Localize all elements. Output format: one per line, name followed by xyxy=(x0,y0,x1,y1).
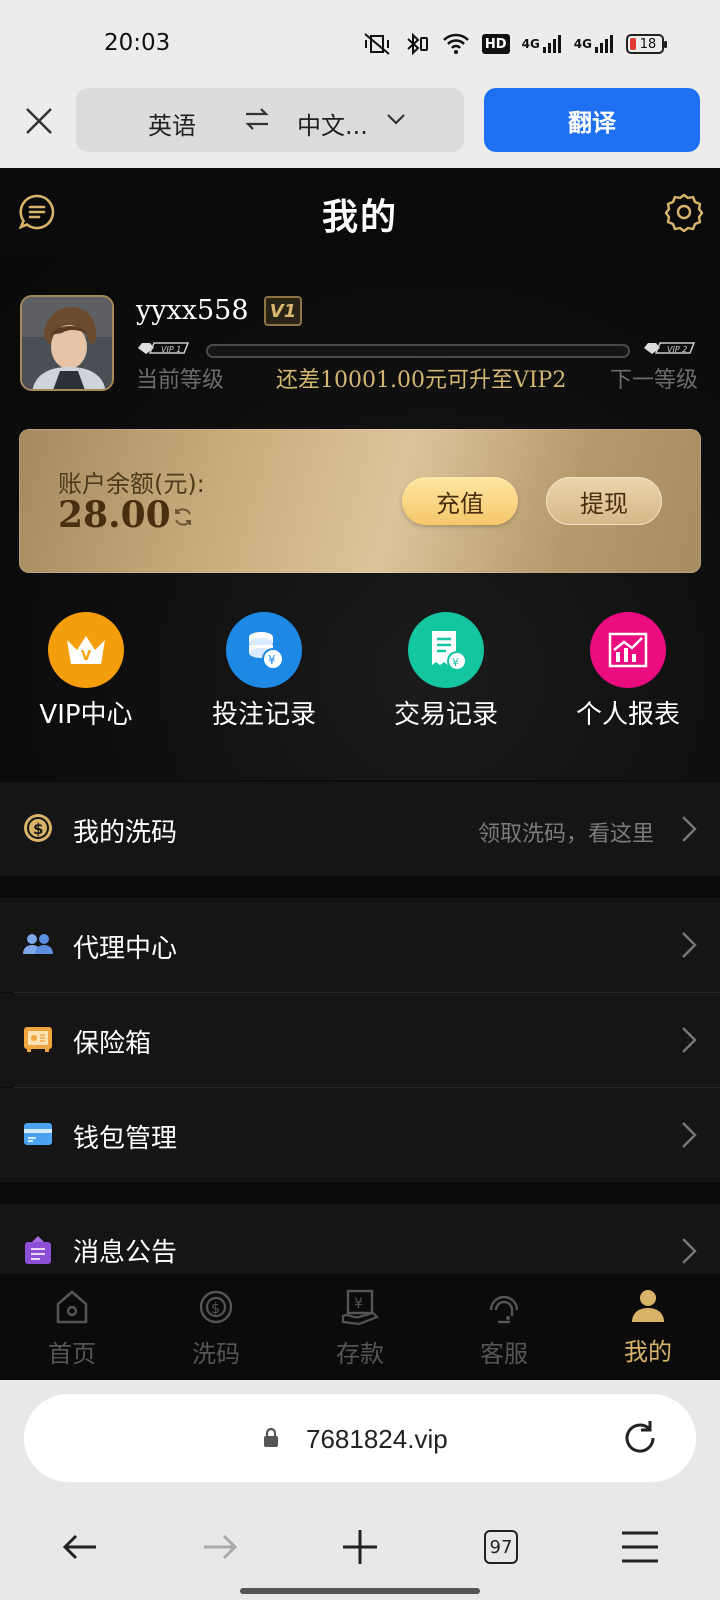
tab-home[interactable]: 首页 xyxy=(2,1288,142,1369)
wifi-icon xyxy=(443,33,469,54)
mute-vibrate-icon xyxy=(364,33,390,55)
source-language[interactable]: 英语 xyxy=(148,106,196,141)
signal-2-icon: 4G xyxy=(574,32,614,56)
menu-item-agent[interactable]: 代理中心 xyxy=(0,898,720,992)
page-title: 我的 xyxy=(321,197,398,238)
menu-item-rebate[interactable]: $ 我的洗码 领取洗码，看这里 xyxy=(0,782,720,876)
lock-icon xyxy=(264,1427,278,1447)
home-indicator xyxy=(240,1588,480,1594)
coins-icon: ¥ xyxy=(226,612,302,688)
chevron-right-icon xyxy=(682,1027,697,1053)
notice-bag-icon xyxy=(25,1236,51,1264)
tab-label: 我的 xyxy=(624,1338,672,1366)
username: yyxx558 xyxy=(136,295,249,326)
agent-people-icon xyxy=(23,934,53,954)
safe-box-icon xyxy=(24,1027,52,1052)
menu-label: 保险箱 xyxy=(73,1029,152,1059)
support-icon xyxy=(489,1295,519,1324)
user-icon xyxy=(632,1290,664,1322)
svg-text:¥: ¥ xyxy=(452,656,459,669)
gear-icon[interactable] xyxy=(664,192,704,232)
back-arrow-icon[interactable] xyxy=(60,1527,100,1567)
chevron-right-icon xyxy=(682,816,697,842)
current-level-label: 当前等级 xyxy=(136,368,225,393)
rebate-hint: 领取洗码，看这里 xyxy=(478,822,655,847)
svg-text:VIP 2: VIP 2 xyxy=(667,345,687,354)
chevron-right-icon xyxy=(682,932,697,958)
next-level-label: 下一等级 xyxy=(610,368,699,393)
quick-action-transactions[interactable]: ¥ 交易记录 xyxy=(356,612,536,731)
quick-action-label: 交易记录 xyxy=(393,700,498,730)
tab-label: 洗码 xyxy=(192,1340,240,1368)
svg-text:$: $ xyxy=(33,820,43,838)
close-icon[interactable] xyxy=(22,104,56,138)
current-vip-tag: VIP 1 xyxy=(138,342,190,354)
tab-deposit[interactable]: ¥ 存款 xyxy=(290,1288,430,1369)
tab-count-button[interactable]: 97 xyxy=(484,1530,518,1564)
chevron-right-icon xyxy=(682,1238,697,1264)
menu-item-notice[interactable]: 消息公告 xyxy=(0,1204,720,1274)
withdraw-button[interactable]: 提现 xyxy=(546,477,662,525)
bluetooth-icon xyxy=(407,32,428,56)
upgrade-hint: 还差10001.00元可升至VIP2 xyxy=(276,368,567,393)
menu-item-safe[interactable]: 保险箱 xyxy=(0,993,720,1087)
quick-action-label: 投注记录 xyxy=(211,700,316,730)
status-time: 20:03 xyxy=(104,30,171,56)
chevron-down-icon[interactable] xyxy=(386,112,406,126)
swap-icon[interactable] xyxy=(243,106,271,132)
status-icons: HD 4G 4G 18 xyxy=(362,32,667,56)
section-gap xyxy=(0,876,720,898)
home-icon xyxy=(56,1290,88,1324)
chart-icon xyxy=(590,612,666,688)
menu-label: 代理中心 xyxy=(73,934,178,964)
tab-label: 客服 xyxy=(480,1340,528,1368)
quick-action-vip-center[interactable]: V VIP中心 xyxy=(0,612,176,731)
avatar[interactable] xyxy=(20,295,114,391)
svg-text:¥: ¥ xyxy=(354,1296,363,1312)
dollar-coin-icon: $ xyxy=(24,814,52,842)
menu-label: 我的洗码 xyxy=(73,818,178,848)
menu-label: 钱包管理 xyxy=(73,1124,178,1154)
svg-text:V: V xyxy=(81,649,91,664)
chevron-right-icon xyxy=(682,1122,697,1148)
refresh-balance-icon[interactable] xyxy=(172,506,194,528)
svg-text:¥: ¥ xyxy=(268,653,276,667)
hd-icon: HD xyxy=(481,34,510,54)
quick-action-bet-records[interactable]: ¥ 投注记录 xyxy=(174,612,354,731)
menu-label: 消息公告 xyxy=(73,1238,178,1268)
crown-icon: V xyxy=(48,612,124,688)
tab-rebate[interactable]: $ 洗码 xyxy=(146,1288,286,1369)
quick-actions: V VIP中心 ¥ 投注记录 ¥ 交易记录 个人报表 xyxy=(0,612,720,732)
vip-progress-bar xyxy=(206,344,630,358)
next-vip-tag: VIP 2 xyxy=(644,342,696,354)
wallet-card-icon xyxy=(24,1123,52,1145)
translate-button[interactable]: 翻译 xyxy=(484,88,700,152)
tab-label: 存款 xyxy=(336,1340,384,1368)
target-language[interactable]: 中文... xyxy=(297,106,368,141)
forward-arrow-icon[interactable] xyxy=(200,1527,240,1567)
recharge-button[interactable]: 充值 xyxy=(402,477,518,525)
menu-item-wallet[interactable]: 钱包管理 xyxy=(0,1088,720,1182)
tab-mine[interactable]: 我的 xyxy=(578,1288,718,1367)
tab-label: 首页 xyxy=(48,1340,96,1368)
receipt-icon: ¥ xyxy=(408,612,484,688)
section-gap xyxy=(0,1182,720,1204)
svg-text:$: $ xyxy=(211,1301,220,1317)
signal-1-icon: 4G xyxy=(522,32,562,56)
url-text[interactable]: 7681824.vip xyxy=(306,1424,448,1455)
balance-amount: 28.00 xyxy=(58,494,171,536)
plus-icon[interactable] xyxy=(340,1527,380,1567)
battery-icon: 18 xyxy=(626,34,667,54)
deposit-icon: ¥ xyxy=(341,1289,379,1326)
quick-action-label: 个人报表 xyxy=(575,700,680,730)
tab-support[interactable]: 客服 xyxy=(434,1288,574,1369)
vip-badge: V1 xyxy=(264,296,302,326)
svg-text:VIP 1: VIP 1 xyxy=(161,345,181,354)
quick-action-label: VIP中心 xyxy=(39,700,133,730)
menu-hamburger-icon[interactable] xyxy=(620,1527,660,1567)
quick-action-report[interactable]: 个人报表 xyxy=(538,612,718,731)
dollar-target-icon: $ xyxy=(199,1290,233,1324)
reload-icon[interactable] xyxy=(620,1418,660,1458)
